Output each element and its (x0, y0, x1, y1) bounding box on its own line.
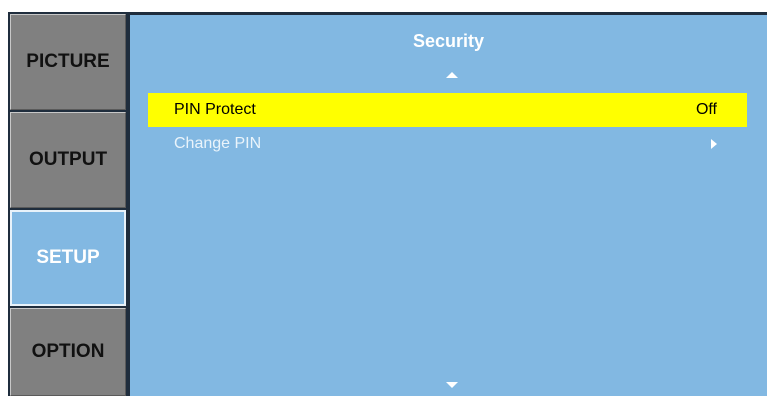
menu-item-change-pin[interactable]: Change PIN (148, 130, 747, 158)
scroll-up-icon[interactable] (446, 72, 458, 78)
tab-picture[interactable]: PICTURE (10, 14, 126, 110)
security-panel: Security PIN Protect Off Change PIN (130, 15, 767, 396)
panel-title: Security (412, 31, 485, 51)
menu-item-label: PIN Protect (174, 101, 256, 118)
tab-option[interactable]: OPTION (10, 308, 126, 396)
chevron-right-icon (711, 139, 717, 149)
tab-option-label: OPTION (31, 341, 105, 362)
tab-setup-label: SETUP (36, 247, 100, 268)
menu-item-value: Off (695, 101, 717, 118)
tab-output-label: OUTPUT (28, 149, 108, 170)
tab-picture-label: PICTURE (26, 51, 110, 72)
tab-setup[interactable]: SETUP (10, 210, 126, 306)
menu-item-pin-protect[interactable]: PIN Protect Off (148, 93, 747, 127)
tab-output[interactable]: OUTPUT (10, 112, 126, 208)
menu-item-label: Change PIN (174, 135, 262, 152)
scroll-down-icon[interactable] (446, 382, 458, 388)
